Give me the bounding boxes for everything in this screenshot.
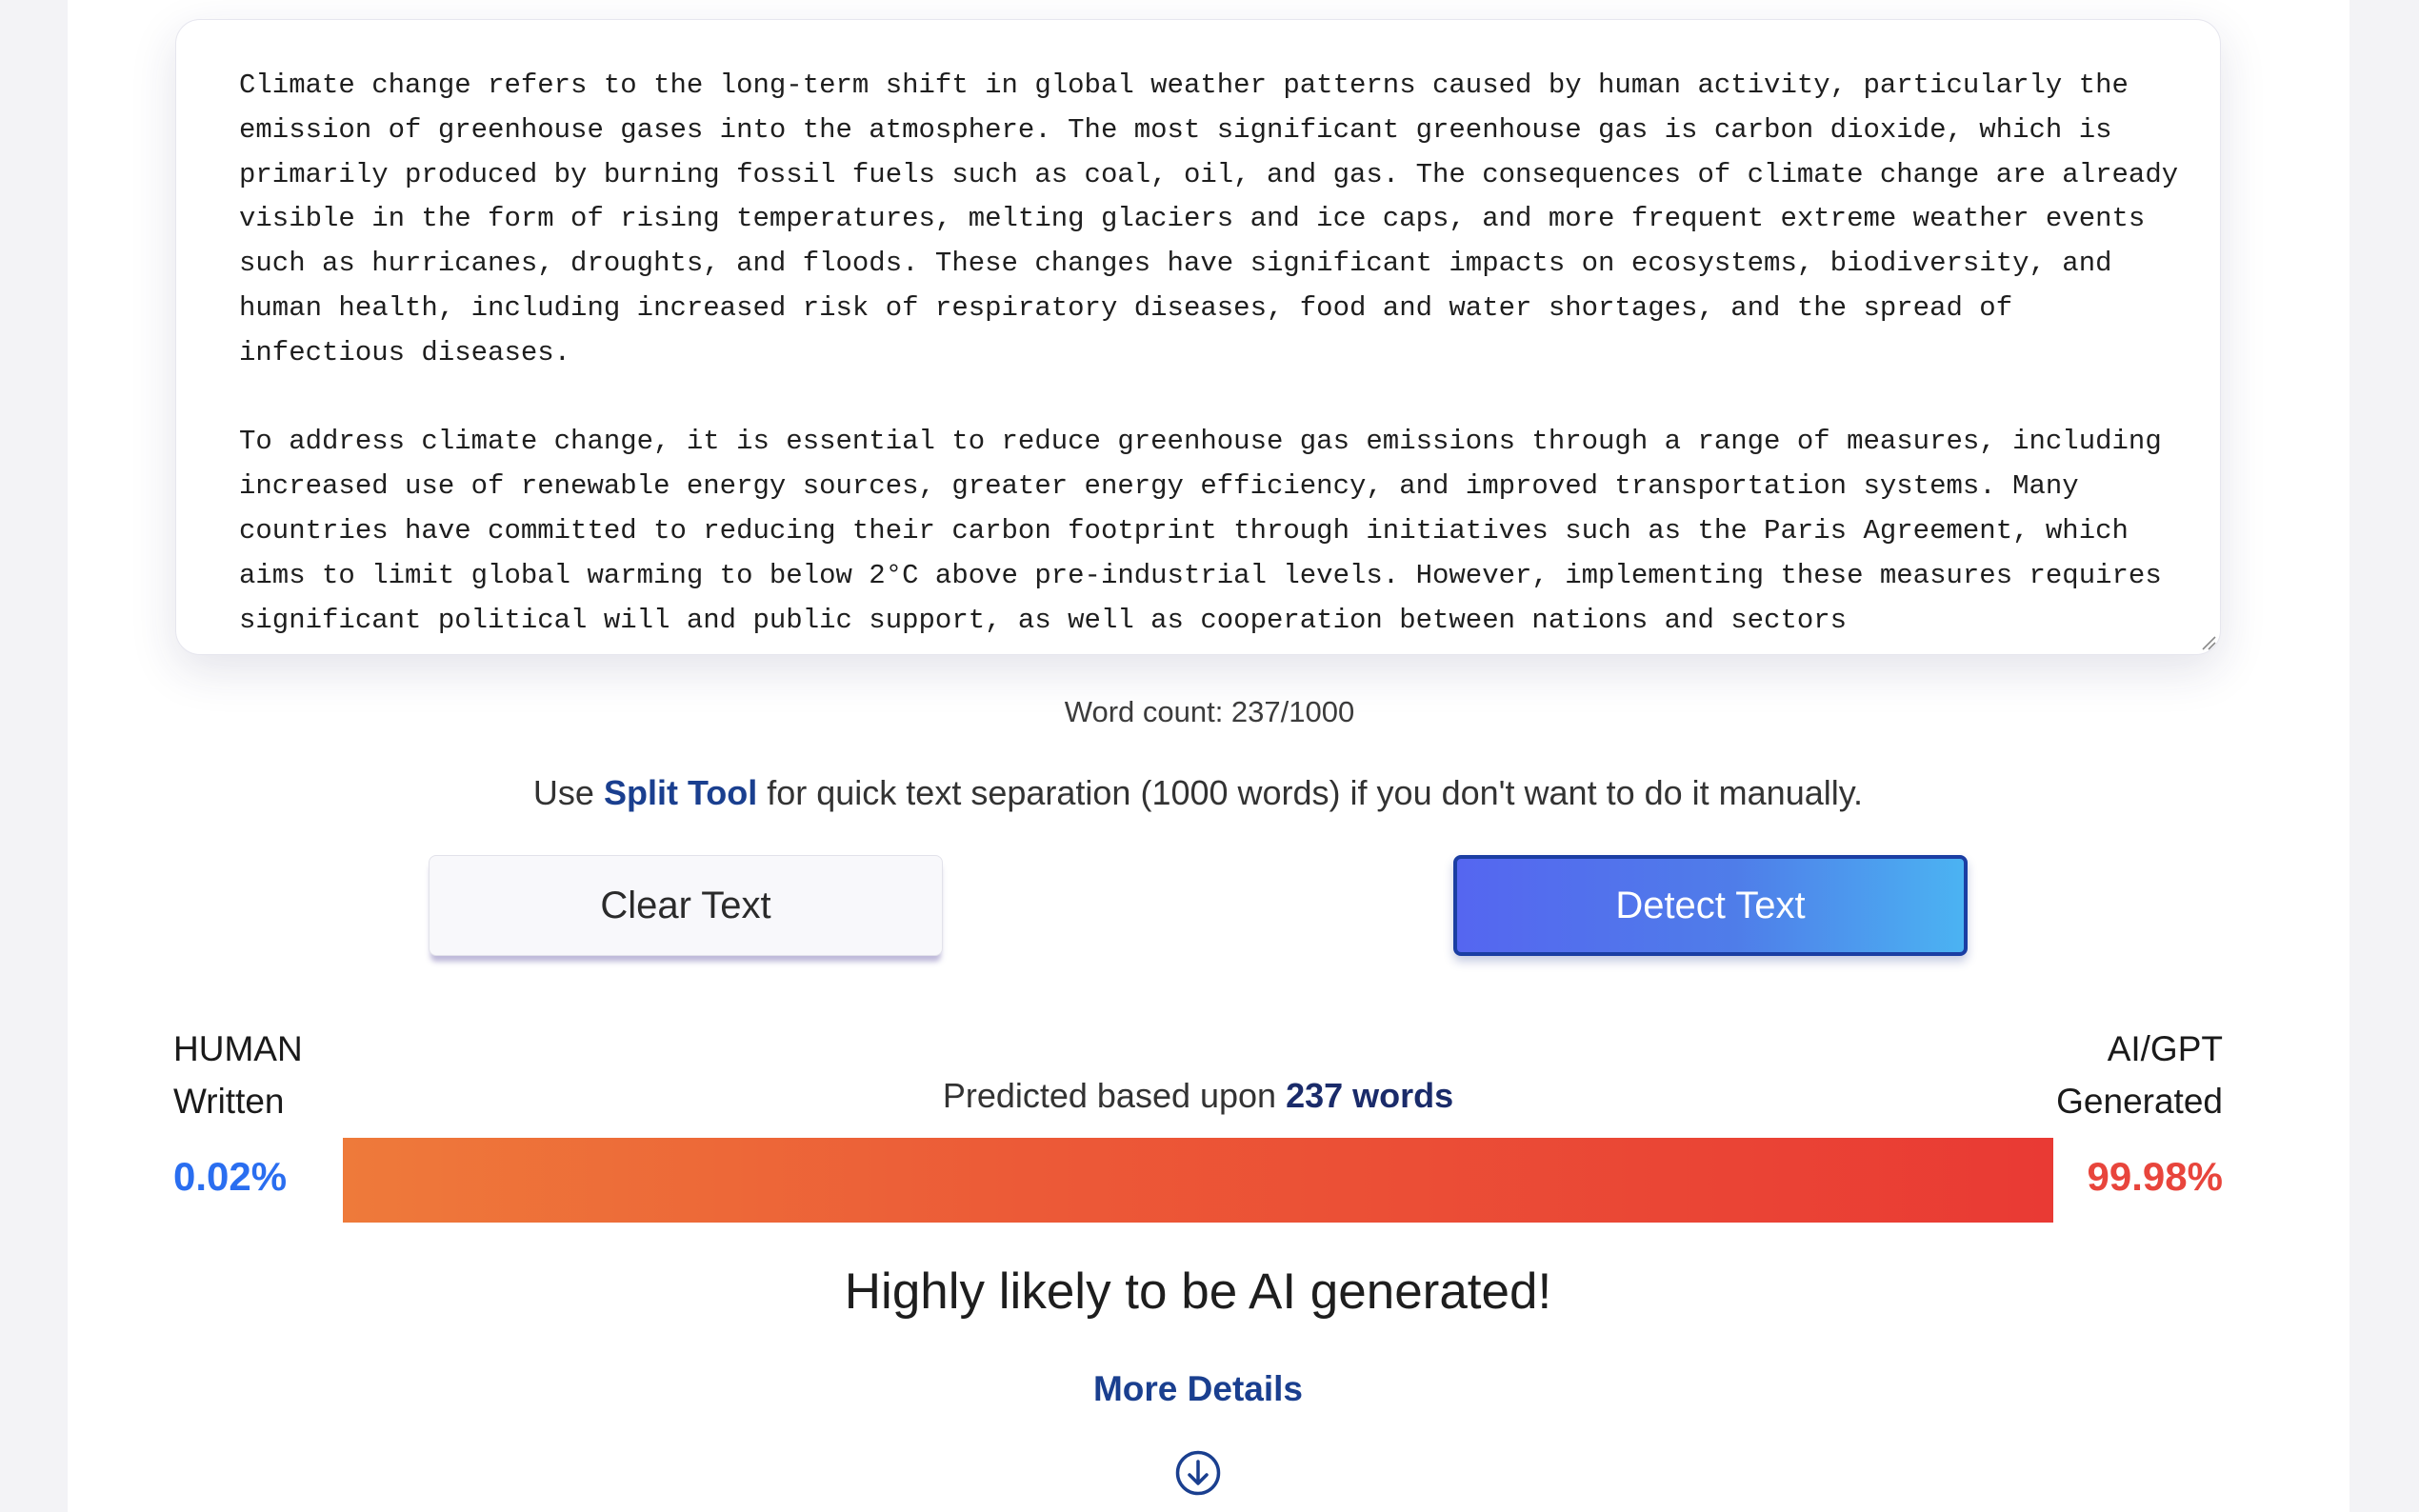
text-input-area[interactable]: Climate change refers to the long-term s… (175, 19, 2221, 655)
hint-text-before: Use (532, 773, 604, 812)
word-count: Word count: 237/1000 (1064, 695, 1355, 728)
split-tool-hint: Use Split Tool for quick text separation… (0, 773, 2396, 813)
ai-label-line-1: AI/GPT (2107, 1029, 2223, 1068)
hint-text-after: for quick text separation (1000 words) i… (757, 773, 1864, 812)
prediction-basis: Predicted based upon 237 words (0, 1076, 2396, 1116)
ai-probability-fill (343, 1138, 2053, 1223)
more-details-link[interactable]: More Details (0, 1369, 2396, 1409)
prediction-word-count: 237 words (1286, 1076, 1454, 1115)
clear-text-button[interactable]: Clear Text (429, 855, 943, 956)
prediction-basis-prefix: Predicted based upon (942, 1076, 1287, 1115)
human-label-line-1: HUMAN (173, 1029, 303, 1068)
text-paragraph-1: Climate change refers to the long-term s… (239, 70, 2179, 368)
probability-meter (343, 1138, 2053, 1223)
ai-percentage: 99.98% (2087, 1154, 2223, 1199)
detect-text-label: Detect Text (1615, 884, 1806, 926)
arrow-down-circle-icon[interactable] (1174, 1449, 1222, 1497)
text-paragraph-2: To address climate change, it is essenti… (239, 426, 2162, 636)
resize-handle-icon[interactable] (2199, 633, 2216, 650)
split-tool-link[interactable]: Split Tool (604, 773, 757, 812)
detect-text-button[interactable]: Detect Text (1453, 855, 1968, 956)
clear-text-label: Clear Text (600, 884, 771, 926)
text-input-content[interactable]: Climate change refers to the long-term s… (239, 64, 2182, 654)
verdict-heading: Highly likely to be AI generated! (844, 1263, 1552, 1320)
human-percentage: 0.02% (173, 1154, 288, 1199)
